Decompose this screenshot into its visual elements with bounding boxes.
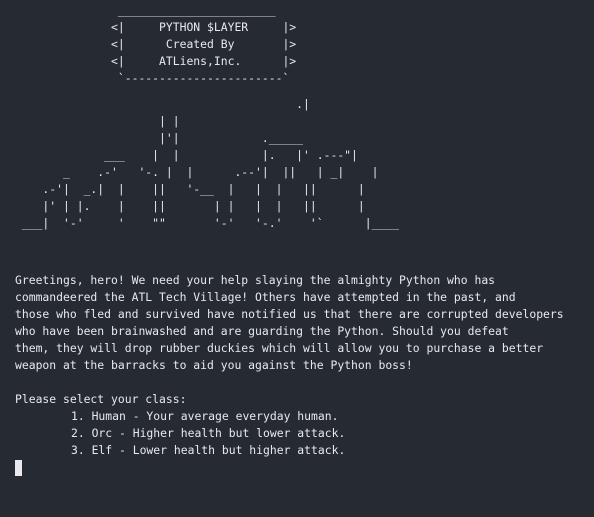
story-line: them, they will drop rubber duckies whic… (15, 341, 544, 355)
story-line: weapon at the barracks to aid you agains… (15, 358, 413, 372)
story-line: commandeered the ATL Tech Village! Other… (15, 290, 516, 304)
city-skyline-art: .| | | |'| ._____ ___ | | |. |' .---"| _… (21, 97, 400, 230)
class-option-orc: 2. Orc - Higher health but lower attack. (71, 426, 346, 440)
story-line: who have been brainwashed and are guardi… (15, 324, 509, 338)
terminal-window[interactable]: _______________________ <| PYTHON $LAYER… (0, 0, 594, 517)
intro-story: Greetings, hero! We need your help slayi… (15, 272, 564, 374)
story-line: those who fled and survived have notifie… (15, 307, 564, 321)
class-option-human: 1. Human - Your average everyday human. (71, 409, 339, 423)
class-select-prompt: Please select your class: (15, 392, 187, 406)
class-option-elf: 3. Elf - Lower health but higher attack. (71, 443, 346, 457)
story-line: Greetings, hero! We need your help slayi… (15, 273, 496, 287)
terminal-input-cursor[interactable] (15, 460, 22, 476)
title-banner-art: _______________________ <| PYTHON $LAYER… (111, 3, 297, 85)
